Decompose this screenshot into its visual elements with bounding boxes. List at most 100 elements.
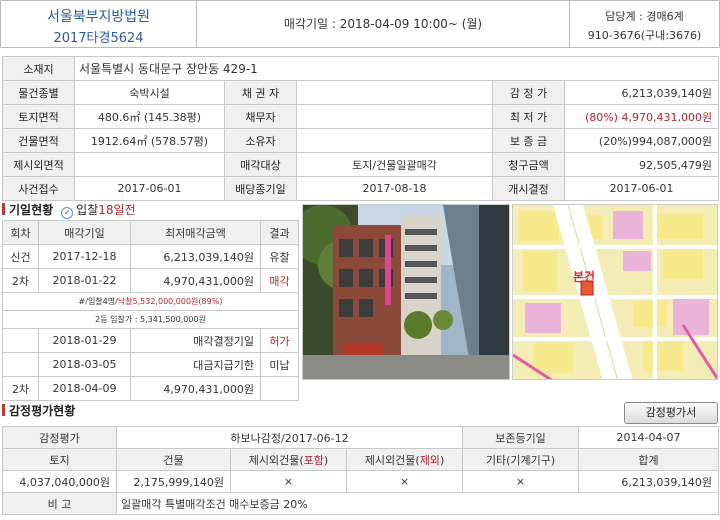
case-info-table: 소재지 서울특별시 동대문구 장안동 429-1 물건종별 숙박시설 채 권 자… xyxy=(2,56,720,201)
col-header: 회차 xyxy=(2,220,39,245)
info-value: 480.6㎡ (145.38평) xyxy=(74,104,225,129)
note-value: 일괄매각 특별매각조건 매수보증금 20% xyxy=(115,492,720,515)
col-header-highlight: 제외 xyxy=(419,453,440,467)
col-header: 합계 xyxy=(578,448,720,471)
registration-label: 보존등기일 xyxy=(462,426,580,449)
round-cell xyxy=(2,352,39,377)
col-header-text: ) xyxy=(323,453,329,467)
result-cell: 매각 xyxy=(260,268,299,293)
info-value: 2017-06-01 xyxy=(563,176,720,201)
badge-prefix: 입찰 xyxy=(76,203,99,217)
badge-days: 18일전 xyxy=(98,203,136,217)
col-header-highlight: 포함 xyxy=(303,453,324,467)
info-label: 제시외면적 xyxy=(2,152,75,177)
court-block: 서울북부지방법원 2017타경5624 xyxy=(1,1,197,47)
appraisal-table: 감정평가 하보나감정/2017-06-12 보존등기일 2014-04-07 토… xyxy=(2,426,720,515)
appraisal-label: 감정평가 xyxy=(2,426,117,449)
building-photo-image xyxy=(303,205,509,379)
info-value xyxy=(296,80,493,105)
winning-bid: 낙찰5,532,000,000원(89%) xyxy=(117,297,223,306)
info-value: 토지/건물일괄매각 xyxy=(296,152,493,177)
note-label: 비 고 xyxy=(2,492,117,515)
info-label: 개시결정 xyxy=(492,176,565,201)
building-value: 2,175,999,140원 xyxy=(116,470,231,493)
col-header: 최저매각금액 xyxy=(130,220,261,245)
location-value: 서울특별시 동대문구 장안동 429-1 xyxy=(73,56,720,81)
round-cell: 신건 xyxy=(2,244,39,269)
case-number: 2017타경5624 xyxy=(53,31,144,46)
appraisal-header-row: 토지 건물 제시외건물(포함) 제시외건물(제외) 기타(기계기구) 합계 xyxy=(2,448,720,471)
info-label: 매각대상 xyxy=(224,152,297,177)
info-row: 사건접수 2017-06-01 배당종기일 2017-08-18 개시결정 20… xyxy=(2,176,720,201)
result-cell: 미납 xyxy=(260,352,299,377)
info-label: 보 증 금 xyxy=(492,128,565,153)
history-header-row: 회차 매각기일 최저매각금액 결과 xyxy=(2,220,299,245)
info-label: 청구금액 xyxy=(492,152,565,177)
clock-check-icon: ✓ xyxy=(61,207,74,219)
location-map[interactable]: 본건 xyxy=(512,204,718,380)
info-label: 채 권 자 xyxy=(224,80,297,105)
appraisal-report-button[interactable]: 감정평가서 xyxy=(624,402,718,424)
appraisal-title: 감정평가현황 xyxy=(9,404,76,418)
info-label: 소유자 xyxy=(224,128,297,153)
info-value: 숙박시설 xyxy=(74,80,225,105)
case-header: 서울북부지방법원 2017타경5624 매각기일 : 2018-04-09 10… xyxy=(0,0,720,48)
history-row: 신건 2017-12-18 6,213,039,140원 유찰 xyxy=(2,244,299,269)
col-header: 건물 xyxy=(116,448,231,471)
appraisal-price: 6,213,039,140원 xyxy=(563,80,720,105)
amount-cell: 4,970,431,000원 xyxy=(130,268,261,293)
sale-date: 매각기일 : 2018-04-09 10:00~ (월) xyxy=(283,17,483,31)
location-row: 소재지 서울특별시 동대문구 장안동 429-1 xyxy=(2,56,720,81)
result-cell: 유찰 xyxy=(260,244,299,269)
section-marker-icon xyxy=(2,203,5,215)
appraisal-value-row: 4,037,040,000원 2,175,999,140원 × × × 6,21… xyxy=(2,470,720,493)
info-label: 감 정 가 xyxy=(492,80,565,105)
info-value xyxy=(296,128,493,153)
result-cell xyxy=(260,376,299,401)
history-note-row: 2등 입찰가 : 5,341,500,000원 xyxy=(2,310,299,329)
appraisal-agency: 하보나감정/2017-06-12 xyxy=(115,426,464,449)
auction-history-table: 회차 매각기일 최저매각금액 결과 신건 2017-12-18 6,213,03… xyxy=(2,220,299,401)
date-cell: 2018-01-22 xyxy=(38,268,131,293)
event-cell: 대금지급기한 xyxy=(130,352,261,377)
history-row: 2차 2018-01-22 4,970,431,000원 매각 xyxy=(2,268,299,293)
col-header: 제시외건물(제외) xyxy=(345,448,464,471)
info-label: 최 저 가 xyxy=(492,104,565,129)
info-label: 배당종기일 xyxy=(224,176,297,201)
extra-incl-value: × xyxy=(230,470,347,493)
info-value xyxy=(296,104,493,129)
staff-phone: 910-3676(구내:3676) xyxy=(587,29,702,42)
round-cell xyxy=(2,328,39,353)
second-bid-note: 2등 입찰가 : 5,341,500,000원 xyxy=(2,310,299,329)
col-header-text: 제시외건물( xyxy=(364,453,420,467)
info-value xyxy=(74,152,225,177)
bid-note: #/입찰4명/낙찰5,532,000,000원(89%) xyxy=(2,292,299,311)
history-note-row: #/입찰4명/낙찰5,532,000,000원(89%) xyxy=(2,292,299,311)
date-cell: 2018-03-05 xyxy=(38,352,131,377)
date-cell: 2018-04-09 xyxy=(38,376,131,401)
info-label: 토지면적 xyxy=(2,104,75,129)
history-row: 2018-03-05 대금지급기한 미납 xyxy=(2,352,299,377)
col-header: 토지 xyxy=(2,448,117,471)
info-row: 토지면적 480.6㎡ (145.38평) 채무자 최 저 가 (80%) 4,… xyxy=(2,104,720,129)
property-photo[interactable] xyxy=(302,204,510,380)
amount-cell: 6,213,039,140원 xyxy=(130,244,261,269)
col-header: 매각기일 xyxy=(38,220,131,245)
round-cell: 2차 xyxy=(2,268,39,293)
round-cell: 2차 xyxy=(2,376,39,401)
info-row: 제시외면적 매각대상 토지/건물일괄매각 청구금액 92,505,479원 xyxy=(2,152,720,177)
history-title: 기일현황 xyxy=(9,203,54,217)
info-label: 건물면적 xyxy=(2,128,75,153)
appraisal-summary-row: 감정평가 하보나감정/2017-06-12 보존등기일 2014-04-07 xyxy=(2,426,720,449)
col-header-text: 제시외건물( xyxy=(248,453,304,467)
amount-cell: 4,970,431,000원 xyxy=(130,376,261,401)
staff-block: 담당계 : 경매6계 910-3676(구내:3676) xyxy=(569,1,719,47)
court-name: 서울북부지방법원 xyxy=(46,9,151,25)
info-value: 2017-08-18 xyxy=(296,176,493,201)
history-section-title: 기일현황 ✓ 입찰18일전 xyxy=(2,201,136,219)
appraisal-section-title: 감정평가현황 xyxy=(2,402,75,420)
date-cell: 2017-12-18 xyxy=(38,244,131,269)
info-label: 채무자 xyxy=(224,104,297,129)
info-value: 2017-06-01 xyxy=(74,176,225,201)
total-value: 6,213,039,140원 xyxy=(578,470,720,493)
